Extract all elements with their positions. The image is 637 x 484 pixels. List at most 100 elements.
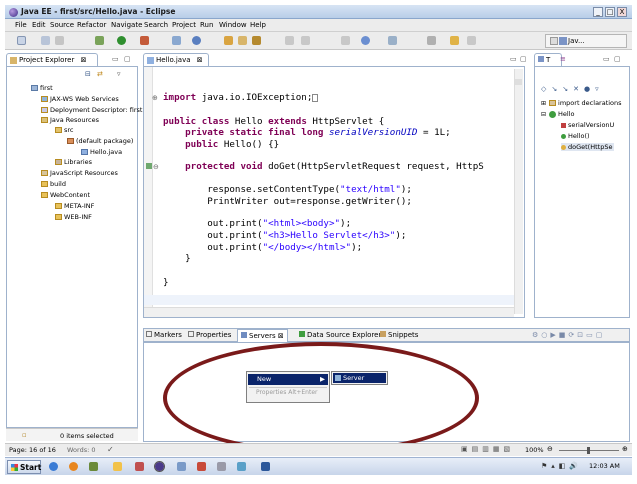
print-icon[interactable] [55, 36, 64, 45]
zoom-out-icon[interactable]: ⊖ [547, 445, 553, 453]
minimize-view-icon[interactable]: ▭ [112, 55, 119, 63]
open-folder-icon[interactable] [238, 36, 247, 45]
close-tab-icon[interactable]: ⊠ [197, 56, 203, 64]
task-icon[interactable] [388, 36, 397, 45]
view-layout-icons[interactable]: ▣▤▥▦▧ [461, 445, 514, 453]
menu-edit[interactable]: Edit [32, 21, 46, 29]
app-icon[interactable] [217, 462, 226, 471]
menu-search[interactable]: Search [144, 21, 168, 29]
tab-properties[interactable]: Properties [188, 331, 231, 339]
tree-item[interactable]: first [31, 84, 53, 92]
zoom-slider-thumb[interactable] [587, 447, 590, 454]
open-type-icon[interactable] [224, 36, 233, 45]
system-tray-icons[interactable]: ⚑▴◧🔊 [541, 462, 582, 470]
menu-window[interactable]: Window [219, 21, 247, 29]
explorer-icon[interactable] [113, 462, 122, 471]
menu-item-new[interactable]: New ▶ [248, 374, 328, 385]
forward-icon[interactable] [467, 36, 476, 45]
horizontal-scrollbar[interactable] [144, 307, 514, 317]
maximize-outline-icon[interactable]: ▢ [614, 55, 621, 63]
folded-block-box[interactable] [312, 93, 319, 102]
menu-help[interactable]: Help [250, 21, 266, 29]
firefox-icon[interactable] [69, 462, 78, 471]
tab-hello-java[interactable]: Hello.java ⊠ [143, 53, 209, 66]
tree-item[interactable]: Hello.java [81, 148, 122, 156]
annotation-icon[interactable] [301, 36, 310, 45]
tree-item[interactable]: src [55, 126, 74, 134]
save-icon[interactable] [41, 36, 50, 45]
app-icon[interactable] [237, 462, 246, 471]
back-icon[interactable] [450, 36, 459, 45]
menu-run[interactable]: Run [200, 21, 213, 29]
toggle-mark-icon[interactable] [285, 36, 294, 45]
link-editor-icon[interactable]: ⇄ [97, 70, 103, 78]
tree-item[interactable]: JavaScript Resources [41, 169, 118, 177]
view-menu-icon[interactable]: ▿ [117, 70, 121, 78]
minimize-button[interactable]: _ [593, 7, 603, 17]
run-icon[interactable] [117, 36, 126, 45]
fold-icon[interactable]: ⊖ [153, 163, 159, 171]
tree-item[interactable]: (default package) [67, 137, 133, 145]
tree-item[interactable]: JAX-WS Web Services [41, 95, 119, 103]
tree-item[interactable]: build [41, 180, 66, 188]
tree-item[interactable]: Java Resources [41, 116, 99, 124]
proofing-icon[interactable]: ✓ [107, 445, 114, 454]
ie-icon[interactable] [49, 462, 58, 471]
tab-data-source-explorer[interactable]: Data Source Explorer [299, 331, 381, 339]
maximize-button[interactable]: □ [605, 7, 615, 17]
tab-markers[interactable]: Markers [146, 331, 182, 339]
search-icon[interactable] [252, 36, 261, 45]
server-toolbar-icons[interactable]: ⚙○▶■⟳⊡▭▢ [532, 331, 605, 339]
app-icon[interactable] [89, 462, 98, 471]
tab-snippets[interactable]: Snippets [380, 331, 418, 339]
app-icon[interactable] [135, 462, 144, 471]
tree-item[interactable]: serialVersionU [561, 121, 614, 129]
tree-item[interactable]: Libraries [55, 158, 92, 166]
close-button[interactable]: X [617, 7, 627, 17]
menu-item-server[interactable]: Server [333, 373, 386, 383]
debug-icon[interactable] [95, 36, 104, 45]
tab-outline[interactable]: T [534, 53, 562, 66]
tree-item[interactable]: META-INF [55, 202, 94, 210]
menu-source[interactable]: Source [50, 21, 74, 29]
task-list-icon[interactable]: ≡ [560, 55, 566, 63]
start-button[interactable]: Start [7, 460, 41, 474]
tree-item[interactable]: ⊞ import declarations [541, 99, 622, 107]
new-server-icon[interactable] [172, 36, 181, 45]
tab-servers[interactable]: Servers ⊠ [237, 329, 288, 342]
fold-icon[interactable]: ⊕ [152, 94, 158, 102]
tree-item[interactable]: doGet(HttpSe [561, 143, 615, 151]
open-perspective-icon[interactable] [550, 37, 558, 45]
tree-item[interactable]: Hello() [561, 132, 590, 140]
new-icon[interactable] [17, 36, 26, 45]
tab-project-explorer[interactable]: Project Explorer ⊠ [6, 53, 98, 66]
zoom-in-icon[interactable]: ⊕ [622, 445, 628, 453]
close-tab-icon[interactable]: ⊠ [81, 56, 87, 64]
menu-project[interactable]: Project [172, 21, 196, 29]
minimize-editor-icon[interactable]: ▭ [510, 55, 517, 63]
tree-item[interactable]: WEB-INF [55, 213, 92, 221]
collapse-all-icon[interactable]: ⊟ [85, 70, 91, 78]
eclipse-taskbar-icon[interactable] [154, 461, 165, 472]
tree-item[interactable]: Deployment Descriptor: first [41, 106, 142, 114]
app-icon[interactable] [197, 462, 206, 471]
browser-icon[interactable] [361, 36, 370, 45]
maximize-editor-icon[interactable]: ▢ [520, 55, 527, 63]
perspective-switcher[interactable]: Jav... [545, 34, 627, 48]
maximize-view-icon[interactable]: ▢ [124, 55, 131, 63]
app-icon[interactable] [177, 462, 186, 471]
external-tools-icon[interactable] [140, 36, 149, 45]
next-annotation-icon[interactable] [427, 36, 436, 45]
outline-toolbar-icons[interactable]: ◇↘↘✕●▿ [541, 85, 604, 93]
word-icon[interactable] [261, 462, 270, 471]
new-java-project-icon[interactable] [192, 36, 201, 45]
menu-navigate[interactable]: Navigate [111, 21, 142, 29]
minimize-outline-icon[interactable]: ▭ [603, 55, 610, 63]
vertical-scrollbar[interactable] [514, 69, 523, 314]
tree-item[interactable]: WebContent [41, 191, 90, 199]
snippets-icon [380, 331, 386, 337]
tree-item[interactable]: ⊟ Hello [541, 110, 575, 118]
menu-refactor[interactable]: Refactor [77, 21, 106, 29]
menu-file[interactable]: File [15, 21, 27, 29]
pin-icon[interactable] [341, 36, 350, 45]
